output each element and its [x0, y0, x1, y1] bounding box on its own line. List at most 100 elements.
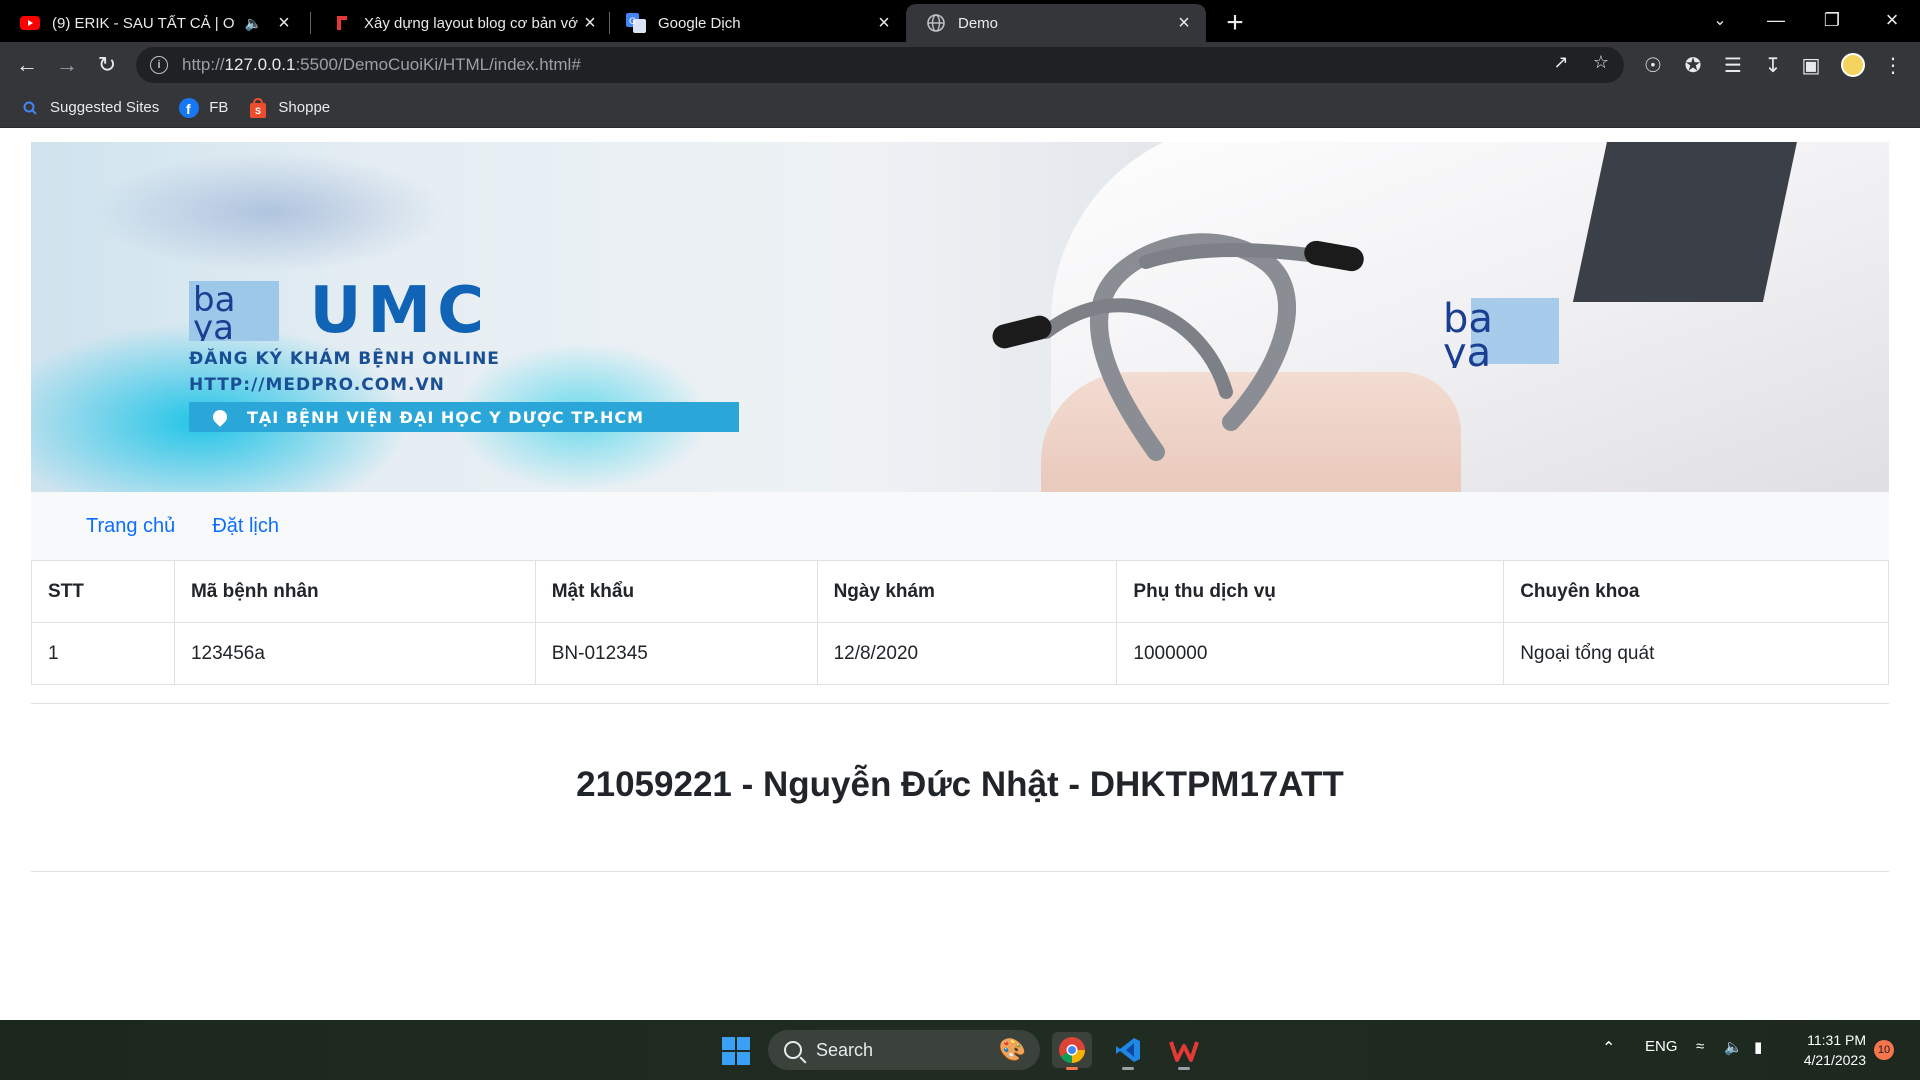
share-icon[interactable]: ↗ — [1550, 51, 1572, 73]
column-header: STT — [31, 560, 175, 623]
bookmark-shoppe[interactable]: S Shoppe — [248, 97, 331, 118]
close-window-button[interactable]: × — [1864, 0, 1920, 40]
umc-logo: ba ya UMC — [189, 274, 490, 348]
column-header: Mật khẩu — [534, 560, 818, 623]
bookmark-label: FB — [209, 99, 229, 116]
table-cell: 1000000 — [1116, 622, 1505, 685]
bookmark-suggested-sites[interactable]: Suggested Sites — [20, 98, 159, 118]
search-label: Search — [816, 1039, 874, 1060]
download-icon[interactable]: ↧ — [1760, 52, 1786, 78]
media-queue-icon[interactable]: ☰ — [1720, 52, 1746, 78]
facebook-icon: f — [179, 97, 200, 118]
tab-title: Xây dựng layout blog cơ bản với — [364, 14, 578, 32]
brand-name: UMC — [309, 274, 491, 348]
banner-url: HTTP://MEDPRO.COM.VN — [189, 375, 445, 395]
column-header: Mã bệnh nhân — [173, 560, 536, 623]
restore-button[interactable]: ❐ — [1804, 0, 1860, 40]
table-header-row: STT Mã bệnh nhân Mật khẩu Ngày khám Phụ … — [31, 560, 1889, 623]
location-label: TẠI BỆNH VIỆN ĐẠI HỌC Y DƯỢC TP.HCM — [247, 407, 645, 427]
close-tab-icon[interactable]: × — [272, 11, 296, 35]
patient-table: STT Mã bệnh nhân Mật khẩu Ngày khám Phụ … — [31, 560, 1889, 685]
browser-tab-strip: (9) ERIK - SAU TẤT CẢ | Offic 🔈 × Xây dự… — [0, 0, 1920, 42]
f8-icon — [332, 13, 352, 33]
tab-blog-layout[interactable]: Xây dựng layout blog cơ bản với × — [312, 4, 612, 42]
new-tab-button[interactable]: + — [1218, 6, 1252, 40]
search-icon — [784, 1041, 802, 1059]
tab-youtube[interactable]: (9) ERIK - SAU TẤT CẢ | Offic 🔈 × — [0, 4, 306, 42]
table-cell: 12/8/2020 — [816, 622, 1118, 685]
address-bar[interactable]: i http://127.0.0.1:5500/DemoCuoiKi/HTML/… — [136, 47, 1624, 83]
back-button[interactable]: ← — [12, 50, 42, 80]
table-cell: Ngoại tổng quát — [1503, 622, 1889, 685]
forward-button[interactable]: → — [52, 50, 82, 80]
doctor-shirt-image — [1572, 142, 1800, 302]
column-header: Phụ thu dịch vụ — [1116, 560, 1505, 623]
close-tab-icon[interactable]: × — [872, 11, 896, 35]
volume-icon[interactable]: 🔈 — [1724, 1038, 1743, 1056]
google-translate-icon: G — [626, 13, 646, 33]
side-panel-icon[interactable]: ▣ — [1798, 52, 1824, 78]
tab-google-translate[interactable]: G Google Dịch × — [606, 4, 906, 42]
svg-text:ya: ya — [193, 308, 234, 341]
tab-search-icon[interactable]: ⌄ — [1692, 0, 1748, 40]
menu-icon[interactable]: ⋮ — [1880, 52, 1906, 78]
language-indicator[interactable]: ENG — [1645, 1038, 1678, 1055]
banner-blur — [91, 152, 451, 272]
bookmark-star-icon[interactable]: ☆ — [1590, 51, 1612, 73]
chrome-taskbar-icon[interactable] — [1052, 1032, 1092, 1070]
web-page: ba ya UMC ĐĂNG KÝ KHÁM BỆNH ONLINE HTTP:… — [0, 128, 1920, 1020]
nav-home-link[interactable]: Trang chủ — [86, 515, 175, 538]
svg-text:S: S — [255, 106, 261, 116]
location-pin-icon — [210, 407, 230, 427]
windows-start-icon[interactable] — [722, 1037, 750, 1065]
vscode-taskbar-icon[interactable] — [1108, 1032, 1148, 1070]
windows-taskbar: Search 🎨 ⌃ ENG ≈ 🔈 ▮ 11:31 PM 4/21/2023 … — [0, 1020, 1920, 1080]
minimize-button[interactable]: — — [1748, 0, 1804, 40]
tab-title: Google Dịch — [658, 14, 741, 32]
banner-subtitle: ĐĂNG KÝ KHÁM BỆNH ONLINE — [189, 349, 500, 369]
divider — [31, 871, 1889, 872]
notification-badge[interactable]: 10 — [1874, 1040, 1894, 1060]
site-info-icon[interactable]: i — [150, 56, 168, 74]
close-tab-icon[interactable]: × — [578, 11, 602, 35]
svg-text:ya: ya — [1443, 330, 1491, 368]
tab-title: (9) ERIK - SAU TẤT CẢ | Offic — [52, 14, 235, 32]
site-navbar: Trang chủ Đặt lịch — [31, 492, 1889, 560]
tab-demo[interactable]: Demo × — [906, 4, 1206, 42]
divider — [31, 703, 1889, 704]
svg-text:f: f — [186, 101, 191, 117]
search-icon — [20, 98, 40, 118]
youtube-icon — [20, 13, 40, 33]
location-pill: TẠI BỆNH VIỆN ĐẠI HỌC Y DƯỢC TP.HCM — [189, 402, 739, 432]
column-header: Ngày khám — [816, 560, 1118, 623]
bookmarks-bar: Suggested Sites f FB S Shoppe — [0, 88, 1920, 128]
student-info: 21059221 - Nguyễn Đức Nhật - DHKTPM17ATT — [576, 765, 1344, 804]
stethoscope-image — [992, 233, 1364, 461]
close-tab-icon[interactable]: × — [1172, 11, 1196, 35]
search-highlight-icon: 🎨 — [998, 1037, 1026, 1062]
bookmark-label: Suggested Sites — [50, 99, 160, 116]
url-text[interactable]: http://127.0.0.1:5500/DemoCuoiKi/HTML/in… — [182, 55, 581, 75]
hospital-logo-icon: ba ya — [1443, 298, 1559, 368]
wps-office-taskbar-icon[interactable] — [1164, 1032, 1204, 1070]
clock-date: 4/21/2023 — [1803, 1052, 1866, 1068]
hospital-logo-icon: ba ya — [189, 281, 279, 341]
table-cell: 123456a — [173, 622, 536, 685]
compass-icon[interactable]: ☉ — [1640, 52, 1666, 78]
wifi-icon[interactable]: ≈ — [1696, 1038, 1704, 1055]
extensions-icon[interactable]: ✪ — [1680, 52, 1706, 78]
battery-icon[interactable]: ▮ — [1754, 1038, 1762, 1056]
nav-booking-link[interactable]: Đặt lịch — [212, 515, 279, 538]
show-hidden-icons[interactable]: ⌃ — [1602, 1038, 1615, 1058]
clock-time: 11:31 PM — [1807, 1032, 1866, 1048]
bookmark-fb[interactable]: f FB — [179, 97, 229, 118]
tab-separator — [310, 12, 311, 34]
taskbar-search[interactable]: Search 🎨 — [768, 1030, 1040, 1070]
system-clock[interactable]: 11:31 PM 4/21/2023 — [1786, 1030, 1866, 1070]
bookmark-label: Shoppe — [278, 99, 331, 116]
shopping-bag-icon: S — [248, 97, 268, 118]
profile-avatar[interactable] — [1840, 52, 1866, 78]
speaker-icon[interactable]: 🔈 — [245, 15, 262, 32]
reload-button[interactable]: ↻ — [92, 50, 122, 80]
table-cell: 1 — [31, 622, 175, 685]
